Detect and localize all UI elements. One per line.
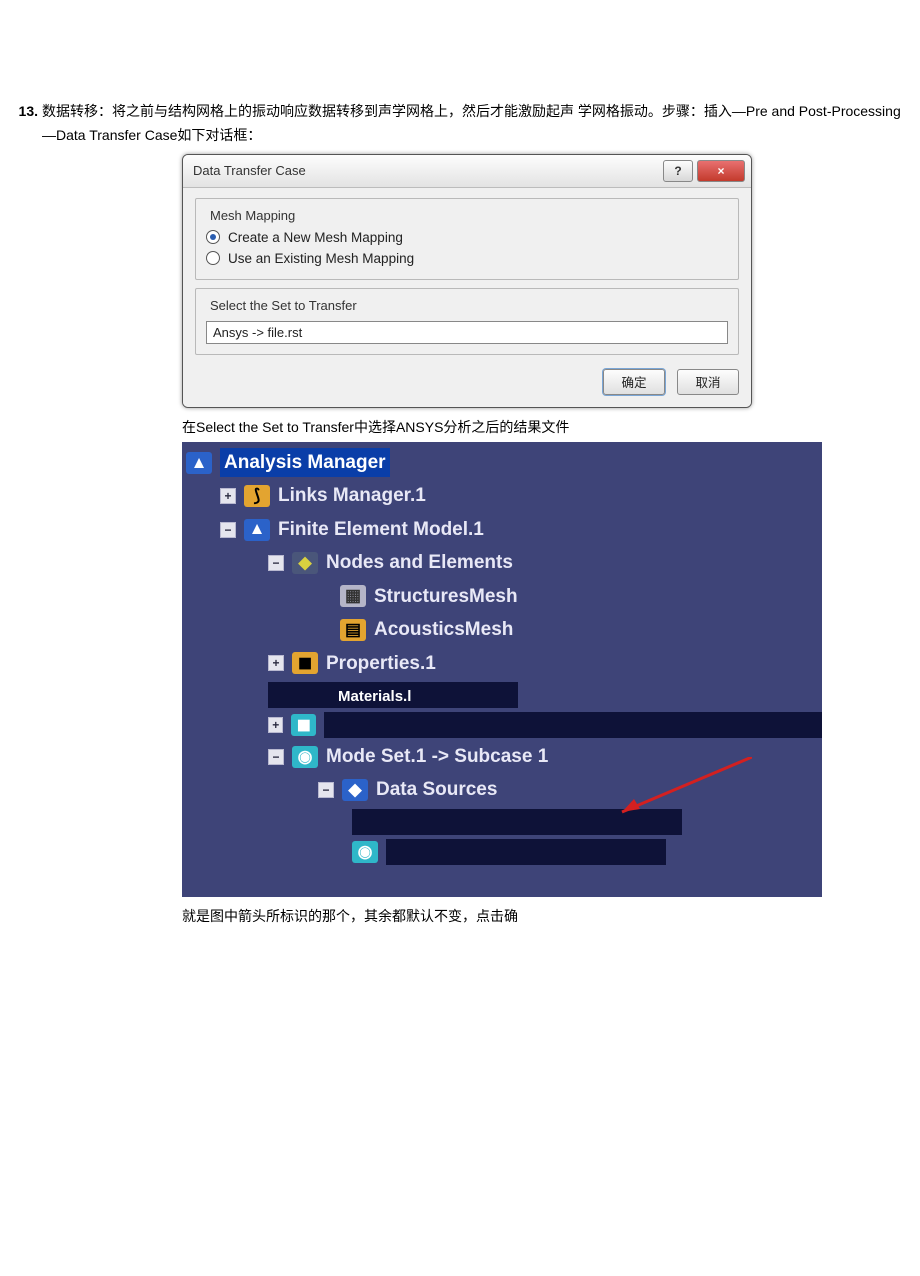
fem-icon: ▲ xyxy=(244,519,270,541)
properties-icon: ◼ xyxy=(292,652,318,674)
hidden-leaf-icon: ◉ xyxy=(352,841,378,863)
tree-label: Analysis Manager xyxy=(220,448,390,477)
tree-item-acoustics-mesh[interactable]: ▤ AcousticsMesh xyxy=(182,613,822,646)
expander-icon[interactable]: − xyxy=(268,555,284,571)
tree-item-links-manager[interactable]: + ⟆ Links Manager.1 xyxy=(182,479,822,512)
tree-item-hidden-1[interactable]: + ◼ xyxy=(182,710,822,740)
tree-label: Data Sources xyxy=(376,775,497,804)
select-set-group: Select the Set to Transfer Ansys -> file… xyxy=(195,288,739,355)
tree-item-mode-set[interactable]: − ◉ Mode Set.1 -> Subcase 1 xyxy=(182,740,822,773)
model-tree-panel: ▲ Analysis Manager + ⟆ Links Manager.1 −… xyxy=(182,442,822,897)
tree-label: Properties.1 xyxy=(326,649,436,678)
transfer-set-select[interactable]: Ansys -> file.rst xyxy=(206,321,728,344)
dialog-body: Mesh Mapping Create a New Mesh Mapping U… xyxy=(183,188,751,407)
nodes-elements-icon: ◆ xyxy=(292,552,318,574)
cancel-button[interactable]: 取消 xyxy=(677,369,739,395)
mesh-mapping-group: Mesh Mapping Create a New Mesh Mapping U… xyxy=(195,198,739,280)
radio-label: Use an Existing Mesh Mapping xyxy=(228,251,414,266)
select-set-legend: Select the Set to Transfer xyxy=(206,298,361,313)
tree-label: Finite Element Model.1 xyxy=(278,515,484,544)
tree-label: Mode Set.1 -> Subcase 1 xyxy=(326,742,548,771)
dialog-button-row: 确定 取消 xyxy=(195,363,739,395)
acoustics-mesh-icon: ▤ xyxy=(340,619,366,641)
tree-item-fem[interactable]: − ▲ Finite Element Model.1 xyxy=(182,513,822,546)
dialog-title: Data Transfer Case xyxy=(193,163,659,178)
tree-item-data-sources[interactable]: − ◆ Data Sources xyxy=(182,773,822,806)
help-button[interactable]: ? xyxy=(663,160,693,182)
mode-set-icon: ◉ xyxy=(292,746,318,768)
analysis-manager-icon: ▲ xyxy=(186,452,212,474)
ok-button[interactable]: 确定 xyxy=(603,369,665,395)
data-transfer-case-dialog: Data Transfer Case ? × Mesh Mapping Crea… xyxy=(182,154,752,408)
step-text: 数据转移：将之前与结构网格上的振动响应数据转移到声学网格上，然后才能激励起声 学… xyxy=(42,100,908,148)
expander-icon[interactable]: − xyxy=(318,782,334,798)
radio-use-existing-mapping[interactable]: Use an Existing Mesh Mapping xyxy=(206,248,728,269)
dialog-titlebar: Data Transfer Case ? × xyxy=(183,155,751,188)
caption-arrow-note: 就是图中箭头所标识的那个，其余都默认不变，点击确 xyxy=(182,905,908,927)
caption-select-set: 在Select the Set to Transfer中选择ANSYS分析之后的… xyxy=(182,416,908,438)
mesh-mapping-legend: Mesh Mapping xyxy=(206,208,299,223)
tree-label: Materials.l xyxy=(338,685,411,708)
expander-icon[interactable]: + xyxy=(268,717,283,733)
expander-icon[interactable]: − xyxy=(220,522,236,538)
step-number: 13. xyxy=(12,100,38,148)
tree-item-hidden-3[interactable]: ◉ xyxy=(182,837,822,867)
tree-item-analysis-manager[interactable]: ▲ Analysis Manager xyxy=(182,446,822,479)
data-sources-icon: ◆ xyxy=(342,779,368,801)
tree-item-properties[interactable]: + ◼ Properties.1 xyxy=(182,647,822,680)
radio-create-new-mapping[interactable]: Create a New Mesh Mapping xyxy=(206,227,728,248)
expander-icon[interactable]: − xyxy=(268,749,284,765)
tree-item-materials[interactable]: Materials.l xyxy=(182,680,822,710)
expander-icon[interactable]: + xyxy=(220,488,236,504)
expander-icon[interactable]: + xyxy=(268,655,284,671)
tree-label: AcousticsMesh xyxy=(374,615,513,644)
tree-item-hidden-2[interactable] xyxy=(182,807,822,837)
tree-label: Links Manager.1 xyxy=(278,481,426,510)
links-manager-icon: ⟆ xyxy=(244,485,270,507)
radio-icon xyxy=(206,230,220,244)
document-page: 13. 数据转移：将之前与结构网格上的振动响应数据转移到声学网格上，然后才能激励… xyxy=(0,0,920,967)
radio-label: Create a New Mesh Mapping xyxy=(228,230,403,245)
hidden-node-icon: ◼ xyxy=(291,714,316,736)
tree-item-structures-mesh[interactable]: ▦ StructuresMesh xyxy=(182,580,822,613)
radio-icon xyxy=(206,251,220,265)
tree-label: StructuresMesh xyxy=(374,582,518,611)
close-button[interactable]: × xyxy=(697,160,745,182)
structures-mesh-icon: ▦ xyxy=(340,585,366,607)
tree-label: Nodes and Elements xyxy=(326,548,513,577)
tree-item-nodes-elements[interactable]: − ◆ Nodes and Elements xyxy=(182,546,822,579)
step-13-heading: 13. 数据转移：将之前与结构网格上的振动响应数据转移到声学网格上，然后才能激励… xyxy=(12,100,908,148)
